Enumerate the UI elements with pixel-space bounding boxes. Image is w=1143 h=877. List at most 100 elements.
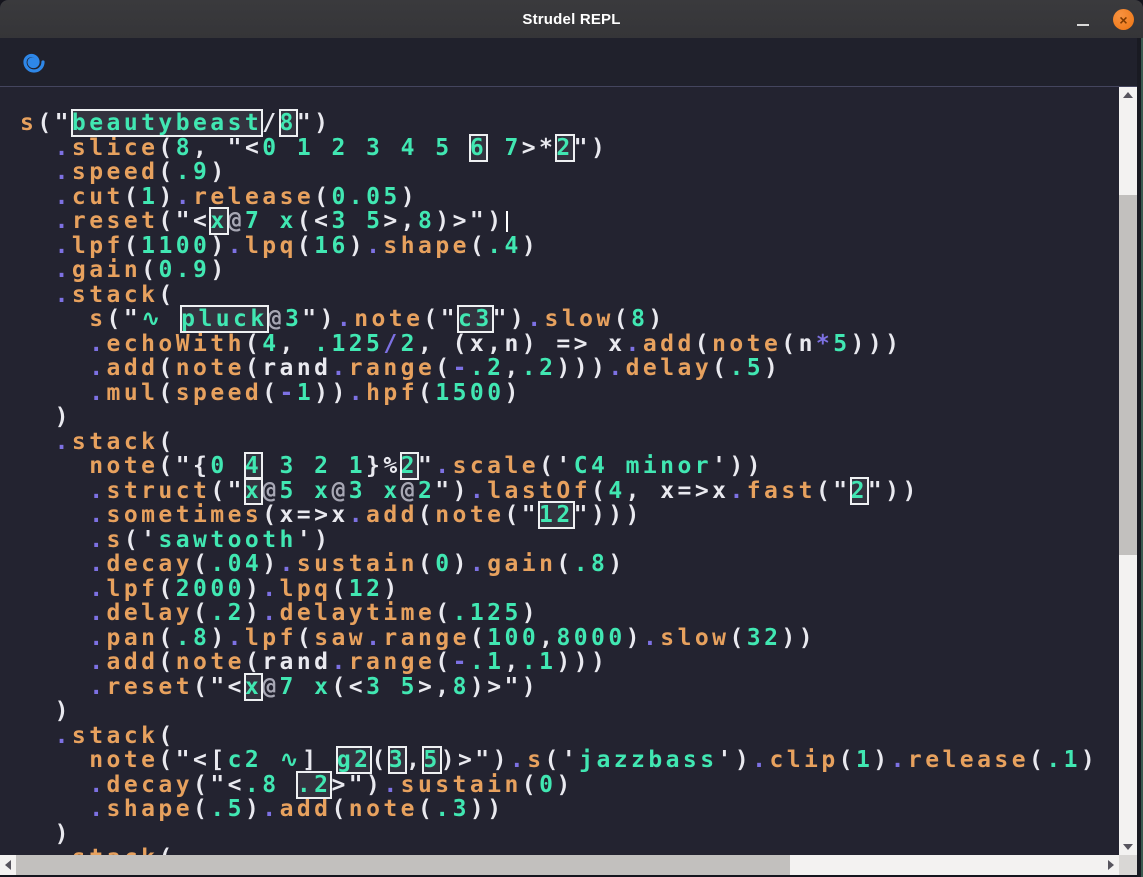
code-content: s("beautybeast/8") .slice(8, "<0 1 2 3 4…: [20, 111, 1098, 855]
scroll-right-button[interactable]: [1103, 855, 1119, 875]
code-token: [20, 429, 55, 455]
code-token: ": [418, 453, 435, 479]
code-token: >*: [522, 135, 557, 161]
code-token: ): [210, 625, 227, 651]
code-token: ): [648, 306, 665, 332]
code-line: .slice(8, "<0 1 2 3 4 5 6 7>*2"): [20, 136, 1098, 161]
code-token: (<: [297, 208, 332, 234]
code-line: .speed(.9): [20, 160, 1098, 185]
code-token: (: [435, 600, 452, 626]
code-token: .: [55, 184, 72, 210]
code-token: (: [331, 796, 348, 822]
minimize-button[interactable]: [1073, 0, 1095, 38]
code-token: (x=>x: [262, 502, 349, 528]
code-token: 0: [539, 772, 556, 798]
code-token: 3 5: [331, 208, 383, 234]
code-token: [20, 772, 89, 798]
strudel-repl-window: Strudel REPL × s("beautybeast/8") .slice…: [0, 0, 1143, 877]
code-token: .: [366, 233, 383, 259]
code-token: decay: [107, 772, 194, 798]
code-token: .8: [574, 551, 609, 577]
code-token: 5 x: [280, 478, 332, 504]
close-button[interactable]: ×: [1113, 9, 1134, 30]
code-token: (: [839, 747, 856, 773]
code-token: (: [158, 159, 175, 185]
code-token: (: [522, 772, 539, 798]
code-token: , (x,n) => x: [418, 331, 626, 357]
code-token: (: [245, 331, 262, 357]
code-token: "): [435, 478, 470, 504]
code-token: (: [729, 625, 746, 651]
code-token: )>"): [441, 747, 510, 773]
active-event-token: 4: [245, 453, 262, 479]
scroll-down-button[interactable]: [1119, 839, 1137, 855]
code-token: "): [493, 306, 528, 332]
code-token: (": [107, 306, 142, 332]
code-token: note: [354, 306, 423, 332]
code-line: .reset("<x@7 x(<3 5>,8)>"): [20, 675, 1098, 700]
active-event-token: x: [245, 674, 262, 700]
code-token: .: [89, 551, 106, 577]
code-token: .: [89, 649, 106, 675]
code-token: ): [522, 233, 539, 259]
code-line: s("∿ pluck@3").note("c3").slow(8): [20, 307, 1098, 332]
code-token: 2: [401, 331, 418, 357]
code-token: .2: [470, 355, 505, 381]
horizontal-scrollbar-thumb[interactable]: [16, 855, 790, 875]
code-token: note: [435, 502, 504, 528]
scroll-left-button[interactable]: [0, 855, 16, 875]
code-line: .stack(: [20, 724, 1098, 749]
code-token: ")): [868, 478, 920, 504]
code-token: @: [268, 306, 285, 332]
code-token: , x=>x: [626, 478, 730, 504]
code-line: .cut(1).release(0.05): [20, 185, 1098, 210]
code-token: ("<: [193, 772, 245, 798]
code-token: lpf: [107, 576, 159, 602]
code-token: reset: [72, 208, 159, 234]
code-token: .: [435, 453, 452, 479]
horizontal-scrollbar[interactable]: [0, 855, 1119, 875]
code-token: 0: [435, 551, 452, 577]
code-token: decay: [107, 551, 194, 577]
code-token: .: [55, 282, 72, 308]
code-token: ("<: [158, 208, 210, 234]
code-line: .stack(: [20, 846, 1098, 855]
code-token: .: [608, 355, 625, 381]
scroll-up-button[interactable]: [1119, 87, 1137, 103]
code-token: note: [89, 453, 158, 479]
code-editor[interactable]: s("beautybeast/8") .slice(8, "<0 1 2 3 4…: [0, 87, 1137, 855]
code-token: (<: [331, 674, 366, 700]
code-token: sustain: [401, 772, 522, 798]
active-event-token: 2: [556, 135, 573, 161]
strudel-logo-icon[interactable]: [19, 47, 49, 77]
titlebar[interactable]: Strudel REPL ×: [0, 0, 1143, 39]
code-token: struct: [107, 478, 211, 504]
active-event-token: 8: [280, 110, 297, 136]
code-token: speed: [72, 159, 159, 185]
code-token: (: [193, 600, 210, 626]
code-token: s: [20, 110, 37, 136]
code-token: [20, 674, 89, 700]
code-line: ): [20, 822, 1098, 847]
code-token: (: [591, 478, 608, 504]
code-token: [20, 796, 89, 822]
code-token: (: [297, 233, 314, 259]
code-token: .: [228, 625, 245, 651]
code-token: note: [176, 355, 245, 381]
code-token: c2 ∿: [228, 747, 303, 773]
code-token: [20, 233, 55, 259]
vertical-scrollbar-thumb[interactable]: [1119, 195, 1137, 555]
code-token: shape: [383, 233, 470, 259]
code-token: (: [331, 576, 348, 602]
code-token: slow: [545, 306, 614, 332]
vertical-scrollbar[interactable]: [1119, 87, 1137, 855]
code-token: ): [556, 772, 573, 798]
code-token: /: [383, 331, 400, 357]
code-token: .: [89, 478, 106, 504]
code-token: range: [383, 625, 470, 651]
code-line: .stack(: [20, 430, 1098, 455]
code-token: (: [614, 306, 631, 332]
code-token: 16: [314, 233, 349, 259]
code-token: 1: [141, 184, 158, 210]
code-token: [20, 600, 89, 626]
